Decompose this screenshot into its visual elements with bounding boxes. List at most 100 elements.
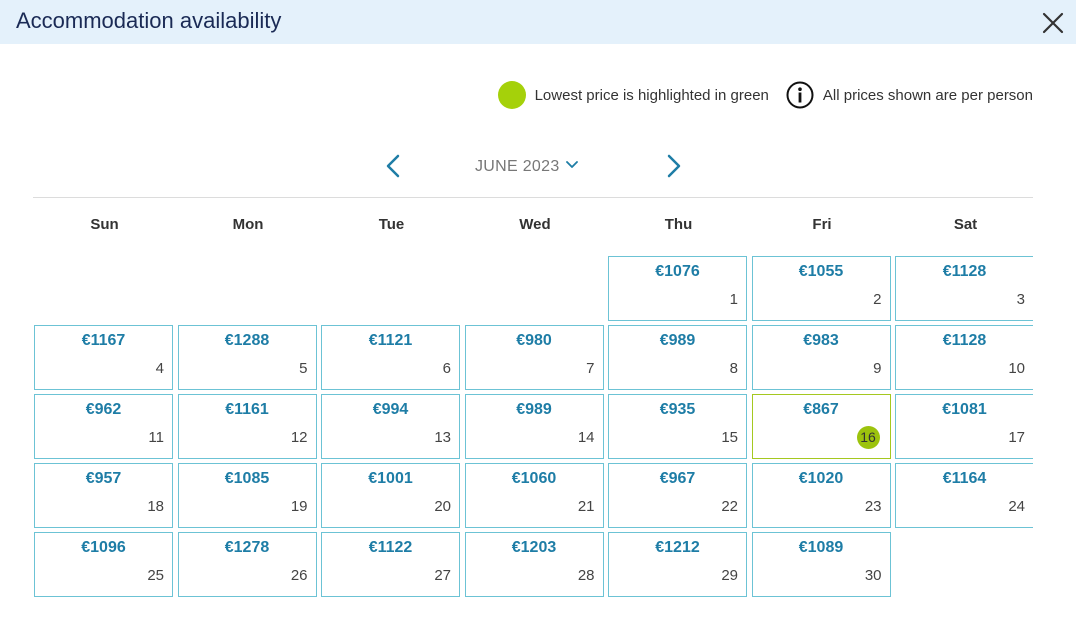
day-price: €1076 [655, 263, 700, 280]
calendar-day-cell[interactable]: €1212 29 [608, 532, 747, 597]
legend: Lowest price is highlighted in green All… [497, 80, 1033, 110]
day-number: 7 [586, 360, 595, 377]
calendar-day-cell[interactable]: €1085 19 [177, 463, 317, 528]
day-number: 6 [442, 360, 451, 377]
day-price: €1096 [81, 539, 126, 556]
calendar-day-cell[interactable]: €962 11 [34, 394, 173, 459]
close-icon[interactable] [1042, 12, 1064, 34]
lowest-price-legend: Lowest price is highlighted in green [534, 86, 769, 104]
calendar-day-cell[interactable]: €1096 25 [34, 532, 173, 597]
day-number: 12 [290, 429, 308, 446]
day-number: 1 [729, 291, 738, 308]
green-dot-icon [497, 81, 526, 109]
calendar-day-cell[interactable]: €1161 12 [177, 394, 317, 459]
day-price: €1122 [368, 539, 413, 556]
calendar-day-cell[interactable]: €967 22 [608, 463, 747, 528]
calendar-day-cell[interactable]: €1278 26 [177, 532, 317, 597]
day-price: €1164 [942, 470, 987, 487]
modal-header: Accommodation availability [0, 0, 1076, 44]
day-number: 24 [1008, 498, 1025, 515]
day-number: 10 [1008, 360, 1025, 377]
calendar-day-cell[interactable]: €1076 1 [608, 256, 747, 321]
day-number: 25 [147, 567, 164, 584]
day-number: 18 [147, 498, 164, 515]
weekday-header-sun: Sun [90, 216, 119, 233]
day-number: 4 [155, 360, 164, 377]
day-price: €1288 [224, 332, 270, 349]
day-price: €1001 [368, 470, 413, 487]
next-month-button[interactable] [659, 152, 687, 180]
calendar-day-cell[interactable]: €1081 17 [895, 394, 1033, 459]
day-number: 26 [290, 567, 308, 584]
day-price: €1278 [224, 539, 270, 556]
day-number: 22 [721, 498, 738, 515]
calendar-day-cell[interactable]: €983 9 [751, 325, 891, 390]
day-price: €957 [85, 470, 122, 487]
month-selector[interactable]: JUNE 2023 [475, 158, 578, 176]
calendar-day-cell[interactable]: €957 18 [34, 463, 173, 528]
calendar-day-cell[interactable]: €1122 27 [321, 532, 460, 597]
previous-month-button[interactable] [380, 152, 408, 180]
calendar-day-cell[interactable]: €989 14 [464, 394, 604, 459]
day-price: €1089 [798, 539, 844, 556]
day-number: 13 [434, 429, 451, 446]
calendar-day-cell[interactable]: €1001 20 [321, 463, 460, 528]
day-price: €935 [659, 401, 696, 418]
day-price: €980 [516, 332, 552, 349]
calendar-day-cell[interactable]: €980 7 [464, 325, 604, 390]
info-icon [786, 81, 814, 109]
day-number: 28 [577, 567, 595, 584]
calendar-day-cell[interactable]: €1167 4 [34, 325, 173, 390]
day-price: €1055 [798, 263, 844, 280]
day-number: 3 [1016, 291, 1025, 308]
calendar-day-cell[interactable]: €867 16 [751, 394, 891, 459]
calendar-day-cell[interactable]: €1203 28 [464, 532, 604, 597]
day-number: 2 [873, 291, 882, 308]
calendar-day-cell[interactable]: €1121 6 [321, 325, 460, 390]
day-price: €994 [372, 401, 409, 418]
day-price: €1081 [942, 401, 987, 418]
calendar-day-cell[interactable]: €935 15 [608, 394, 747, 459]
day-number: 29 [721, 567, 738, 584]
calendar-day-cell[interactable]: €1288 5 [177, 325, 317, 390]
day-price: €1085 [224, 470, 270, 487]
day-price: €1020 [798, 470, 844, 487]
weekday-header-mon: Mon [232, 216, 264, 233]
day-number: 23 [864, 498, 882, 515]
day-number: 15 [721, 429, 738, 446]
day-number: 17 [1008, 429, 1025, 446]
day-price: €1212 [655, 539, 700, 556]
day-price: €989 [516, 401, 552, 418]
day-price: €1161 [225, 401, 269, 418]
day-price: €1128 [942, 263, 987, 280]
weekday-header-thu: Thu [664, 216, 693, 233]
month-label: JUNE 2023 [475, 158, 560, 175]
calendar-day-cell[interactable]: €1128 3 [895, 256, 1033, 321]
day-price: €1060 [511, 470, 557, 487]
day-number: 20 [434, 498, 451, 515]
calendar-day-cell[interactable]: €1060 21 [464, 463, 604, 528]
calendar-day-cell[interactable]: €1089 30 [751, 532, 891, 597]
day-price: €989 [659, 332, 696, 349]
calendar-grid: Sun Mon Tue Wed Thu Fri Sat €1076 1 €1055 2 €1128 3 €… [33, 198, 1033, 598]
calendar-day-cell[interactable]: €1020 23 [751, 463, 891, 528]
day-number: 21 [577, 498, 595, 515]
calendar-day-cell[interactable]: €994 13 [321, 394, 460, 459]
day-price: €983 [803, 332, 839, 349]
day-number: 9 [873, 360, 882, 377]
weekday-header-sat: Sat [953, 216, 978, 233]
day-number: 14 [577, 429, 595, 446]
month-navigation: JUNE 2023 [0, 150, 1076, 184]
day-number: 11 [148, 429, 164, 446]
weekday-header-fri: Fri [812, 216, 832, 233]
calendar-day-cell[interactable]: €1055 2 [751, 256, 891, 321]
calendar-day-cell[interactable]: €1128 10 [895, 325, 1033, 390]
day-price: €1121 [368, 332, 413, 349]
day-price: €962 [85, 401, 122, 418]
weekday-header-tue: Tue [378, 216, 405, 233]
calendar-day-cell[interactable]: €989 8 [608, 325, 747, 390]
weekday-header-wed: Wed [519, 216, 551, 233]
day-number: 27 [434, 567, 451, 584]
calendar-day-cell[interactable]: €1164 24 [895, 463, 1033, 528]
day-number: 5 [299, 360, 308, 377]
